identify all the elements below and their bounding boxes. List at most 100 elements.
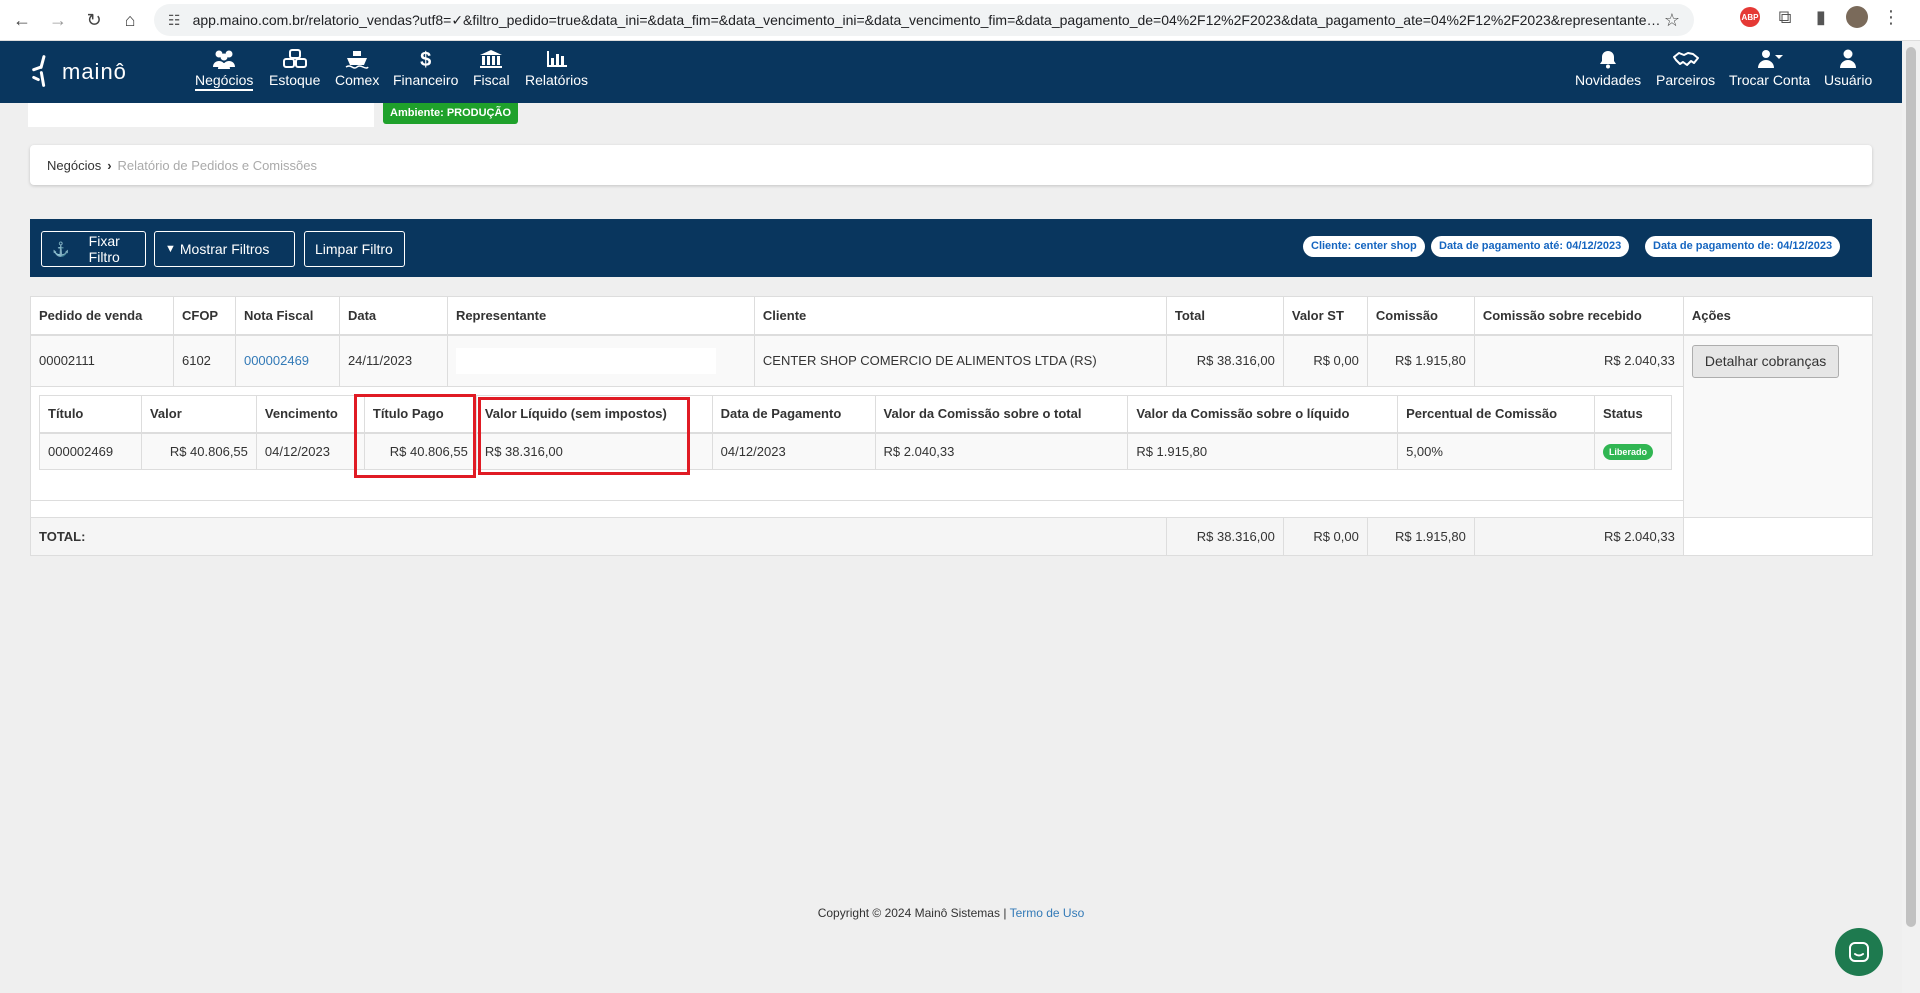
- nav-comex[interactable]: Comex: [335, 49, 379, 88]
- footer: Copyright © 2024 Mainô Sistemas | Termo …: [0, 906, 1902, 920]
- dollar-icon: $: [420, 49, 432, 71]
- filter-chip-pagamento-ate[interactable]: Data de pagamento até: 04/12/2023: [1431, 236, 1630, 257]
- charges-table: Título Valor Vencimento Título Pago Valo…: [39, 395, 1673, 470]
- col-comissao: Comissão: [1366, 296, 1475, 336]
- nota-fiscal-link[interactable]: 000002469: [244, 353, 309, 368]
- cell-cfop: 6102: [172, 334, 236, 387]
- clear-filter-button[interactable]: Limpar Filtro: [304, 231, 405, 267]
- handshake-icon: [1672, 49, 1699, 71]
- page-scrollbar[interactable]: [1902, 41, 1920, 993]
- totals-comissao: R$ 1.915,80: [1366, 517, 1475, 556]
- cell-nota-fiscal: 000002469: [234, 334, 340, 387]
- boxes-icon: [282, 49, 307, 71]
- sub-col-percentual: Percentual de Comissão: [1397, 395, 1595, 434]
- cell-pedido: 00002111: [30, 334, 174, 387]
- nav-fiscal[interactable]: Fiscal: [473, 49, 510, 88]
- col-data: Data: [338, 296, 448, 336]
- sub-cell-valor-liquido: R$ 38.316,00: [475, 432, 713, 470]
- nav-trocar-conta[interactable]: Trocar Conta: [1729, 49, 1810, 88]
- nav-novidades[interactable]: Novidades: [1575, 49, 1641, 88]
- profile-avatar[interactable]: [1846, 6, 1868, 28]
- footer-copyright: Copyright © 2024 Mainô Sistemas |: [817, 906, 1007, 920]
- show-filters-button[interactable]: ▼ Mostrar Filtros: [154, 231, 295, 267]
- representante-redacted: [455, 347, 716, 374]
- chevron-right-icon: ›: [107, 157, 112, 173]
- extensions-icon[interactable]: ⧉: [1774, 7, 1796, 28]
- filter-chip-pagamento-de[interactable]: Data de pagamento de: 04/12/2023: [1645, 236, 1841, 257]
- logo-mark-icon: [30, 53, 56, 91]
- anchor-icon: ⚓: [52, 240, 70, 257]
- nav-estoque[interactable]: Estoque: [269, 49, 320, 88]
- breadcrumb: Negócios › Relatório de Pedidos e Comiss…: [30, 145, 1872, 185]
- status-badge: Liberado: [1602, 443, 1653, 460]
- sub-cell-comissao-total: R$ 2.040,33: [874, 432, 1129, 470]
- totals-comissao-recebido: R$ 2.040,33: [1473, 517, 1684, 556]
- sub-col-data-pagamento: Data de Pagamento: [711, 395, 876, 434]
- totals-empty: [1682, 517, 1874, 556]
- sub-col-comissao-liquido: Valor da Comissão sobre o líquido: [1127, 395, 1399, 434]
- bell-icon: [1598, 49, 1618, 71]
- col-valor-st: Valor ST: [1282, 296, 1368, 336]
- sub-cell-valor: R$ 40.806,55: [140, 432, 257, 470]
- nav-negocios[interactable]: Negócios: [195, 49, 254, 91]
- filter-bar: ⚓ Fixar Filtro ▼ Mostrar Filtros Limpar …: [30, 219, 1872, 277]
- maino-logo[interactable]: mainô: [30, 53, 127, 91]
- home-icon[interactable]: ⌂: [112, 2, 148, 38]
- filter-chip-cliente[interactable]: Cliente: center shop: [1303, 236, 1425, 257]
- detail-row: Título Valor Vencimento Título Pago Valo…: [30, 386, 1873, 501]
- url-text: app.maino.com.br/relatorio_vendas?utf8=✓…: [192, 11, 1663, 28]
- cell-acoes: Detalhar cobranças: [1682, 334, 1874, 518]
- cell-data: 24/11/2023: [338, 334, 448, 387]
- sub-cell-percentual: 5,00%: [1397, 432, 1595, 470]
- browser-menu-icon[interactable]: ⋮: [1882, 7, 1900, 28]
- table-row: 00002111 6102 000002469 24/11/2023 CENTE…: [30, 334, 1874, 518]
- totals-row: TOTAL: R$ 38.316,00 R$ 0,00 R$ 1.915,80 …: [30, 517, 1874, 556]
- scrollbar-thumb[interactable]: [1906, 47, 1916, 927]
- adblock-icon[interactable]: ABP: [1740, 7, 1760, 27]
- address-bar[interactable]: ☷ app.maino.com.br/relatorio_vendas?utf8…: [154, 4, 1694, 36]
- detail-charges-button[interactable]: Detalhar cobranças: [1691, 344, 1840, 378]
- sub-col-valor-liquido: Valor Líquido (sem impostos): [475, 395, 713, 434]
- ship-icon: [345, 49, 369, 71]
- logo-text: mainô: [62, 59, 127, 84]
- sub-cell-data-pagamento: 04/12/2023: [711, 432, 876, 470]
- sub-col-status: Status: [1593, 395, 1673, 434]
- nav-parceiros[interactable]: Parceiros: [1656, 49, 1715, 88]
- user-switch-icon: [1757, 49, 1783, 71]
- terms-link[interactable]: Termo de Uso: [1010, 906, 1085, 920]
- nav-financeiro[interactable]: $ Financeiro: [393, 49, 458, 88]
- sub-col-comissao-total: Valor da Comissão sobre o total: [874, 395, 1129, 434]
- cell-representante: [446, 334, 755, 387]
- side-panel-icon[interactable]: ▮: [1810, 7, 1832, 28]
- nav-usuario[interactable]: Usuário: [1824, 49, 1872, 88]
- fix-filter-button[interactable]: ⚓ Fixar Filtro: [41, 231, 146, 267]
- environment-badge: Ambiente: PRODUÇÃO: [383, 103, 519, 124]
- spacer-cell: [30, 500, 1684, 518]
- cell-cliente: CENTER SHOP COMERCIO DE ALIMENTOS LTDA (…: [753, 334, 1167, 387]
- spacer-row: [30, 500, 1873, 518]
- totals-valor-st: R$ 0,00: [1282, 517, 1368, 556]
- company-name-area: [28, 103, 374, 127]
- reload-icon[interactable]: ↻: [76, 2, 112, 38]
- col-cfop: CFOP: [172, 296, 236, 336]
- sub-cell-vencimento: 04/12/2023: [255, 432, 365, 470]
- col-pedido: Pedido de venda: [30, 296, 174, 336]
- cell-valor-st: R$ 0,00: [1282, 334, 1368, 387]
- orders-table: Pedido de venda CFOP Nota Fiscal Data Re…: [30, 296, 1874, 556]
- nav-relatorios[interactable]: Relatórios: [525, 49, 588, 88]
- chat-button[interactable]: [1835, 928, 1883, 976]
- sub-cell-status: Liberado: [1593, 432, 1673, 470]
- sub-col-titulo: Título: [39, 395, 142, 434]
- bookmark-star-icon[interactable]: ☆: [1664, 10, 1680, 31]
- col-total: Total: [1165, 296, 1284, 336]
- breadcrumb-root[interactable]: Negócios: [47, 158, 101, 173]
- forward-icon[interactable]: →: [40, 2, 76, 38]
- site-settings-icon[interactable]: ☷: [168, 12, 181, 29]
- detail-cell: Título Valor Vencimento Título Pago Valo…: [30, 386, 1684, 501]
- table-row: 000002469 R$ 40.806,55 04/12/2023 R$ 40.…: [39, 432, 1673, 470]
- back-icon[interactable]: ←: [4, 2, 40, 38]
- col-nota-fiscal: Nota Fiscal: [234, 296, 340, 336]
- col-cliente: Cliente: [753, 296, 1167, 336]
- cell-total: R$ 38.316,00: [1165, 334, 1284, 387]
- bar-chart-icon: [545, 49, 569, 71]
